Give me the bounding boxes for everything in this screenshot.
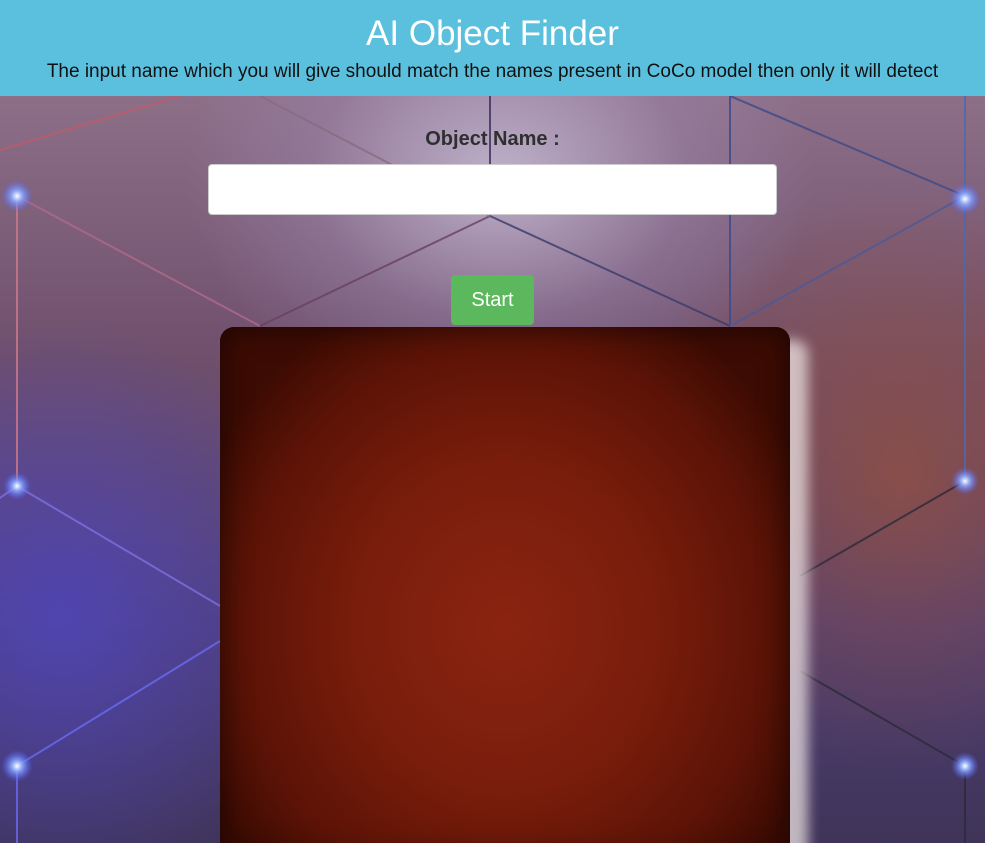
object-name-label: Object Name :	[425, 128, 560, 150]
page-header: AI Object Finder The input name which yo…	[0, 0, 985, 96]
start-button[interactable]: Start	[451, 275, 534, 325]
object-name-input[interactable]	[208, 164, 777, 215]
camera-feed	[220, 327, 790, 843]
page-subtitle: The input name which you will give shoul…	[46, 61, 939, 82]
page-title: AI Object Finder	[366, 14, 619, 53]
